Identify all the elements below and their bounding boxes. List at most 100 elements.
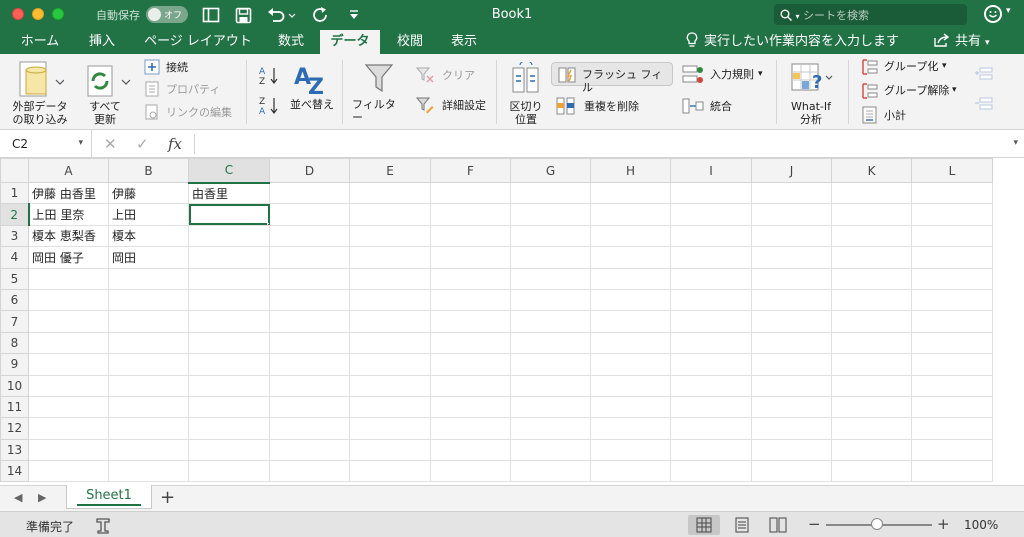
- cell-B8[interactable]: [108, 331, 189, 355]
- cell-L14[interactable]: [911, 460, 993, 483]
- cell-B9[interactable]: [108, 353, 189, 376]
- cell-E5[interactable]: [349, 267, 431, 290]
- cell-B12[interactable]: [108, 417, 189, 440]
- cell-C5[interactable]: [188, 267, 270, 290]
- cell-F10[interactable]: [430, 374, 511, 397]
- cell-K13[interactable]: [831, 438, 912, 462]
- consolidate-button[interactable]: 統合: [682, 97, 752, 115]
- cell-C13[interactable]: [188, 438, 270, 462]
- cell-F6[interactable]: [430, 288, 511, 312]
- cell-K11[interactable]: [831, 395, 912, 419]
- cell-A10[interactable]: [28, 374, 109, 397]
- cell-A1[interactable]: 伊藤 由香里: [28, 181, 109, 205]
- sort-button[interactable]: AZ 並べ替え: [288, 60, 334, 122]
- cell-B11[interactable]: [108, 395, 189, 419]
- tab-review[interactable]: 校閲: [386, 30, 434, 54]
- cell-E13[interactable]: [349, 438, 431, 462]
- cell-C11[interactable]: [188, 395, 270, 419]
- get-external-data-button[interactable]: 外部データ の取り込み: [6, 58, 72, 126]
- show-detail-icon[interactable]: [974, 66, 994, 86]
- edit-links-button[interactable]: リンクの編集: [144, 104, 240, 122]
- cell-J7[interactable]: [751, 310, 832, 333]
- row-header[interactable]: 14: [0, 460, 29, 483]
- cell-K1[interactable]: [831, 181, 912, 205]
- cell-J6[interactable]: [751, 288, 832, 312]
- cell-D14[interactable]: [269, 460, 350, 483]
- cell-I6[interactable]: [670, 288, 752, 312]
- cell-I12[interactable]: [670, 417, 752, 440]
- cell-H12[interactable]: [590, 417, 671, 440]
- column-header[interactable]: L: [911, 158, 993, 183]
- macro-record-icon[interactable]: [94, 516, 112, 537]
- cell-I9[interactable]: [670, 353, 752, 376]
- cell-F5[interactable]: [430, 267, 511, 290]
- cell-F2[interactable]: [430, 203, 511, 226]
- row-header[interactable]: 12: [0, 417, 29, 440]
- cell-D1[interactable]: [269, 181, 350, 205]
- cell-D7[interactable]: [269, 310, 350, 333]
- cell-H2[interactable]: [590, 203, 671, 226]
- cell-E12[interactable]: [349, 417, 431, 440]
- tell-me-field[interactable]: 実行したい作業内容を入力します: [686, 30, 899, 54]
- row-header[interactable]: 6: [0, 288, 29, 312]
- cell-D3[interactable]: [269, 224, 350, 248]
- sheet-search-field[interactable]: ▾ シートを検索: [774, 4, 967, 25]
- cell-C9[interactable]: [188, 353, 270, 376]
- cell-G10[interactable]: [510, 374, 591, 397]
- row-header[interactable]: 2: [0, 203, 30, 226]
- cell-B5[interactable]: [108, 267, 189, 290]
- share-button[interactable]: 共有 ▾: [934, 30, 990, 54]
- cell-F14[interactable]: [430, 460, 511, 483]
- cell-D5[interactable]: [269, 267, 350, 290]
- cell-H14[interactable]: [590, 460, 671, 483]
- cell-K4[interactable]: [831, 246, 912, 269]
- cell-H3[interactable]: [590, 224, 671, 248]
- row-header[interactable]: 1: [0, 181, 29, 205]
- feedback-dropdown-icon[interactable]: ▾: [1006, 6, 1011, 16]
- cell-J12[interactable]: [751, 417, 832, 440]
- cell-L11[interactable]: [911, 395, 993, 419]
- cell-E14[interactable]: [349, 460, 431, 483]
- cell-B2[interactable]: 上田: [108, 203, 189, 226]
- remove-duplicates-button[interactable]: 重複を削除: [556, 97, 666, 115]
- row-header[interactable]: 13: [0, 438, 29, 462]
- cell-J8[interactable]: [751, 331, 832, 355]
- cell-A5[interactable]: [28, 267, 109, 290]
- cell-D9[interactable]: [269, 353, 350, 376]
- cell-H8[interactable]: [590, 331, 671, 355]
- cell-I14[interactable]: [670, 460, 752, 483]
- cell-E10[interactable]: [349, 374, 431, 397]
- tab-view[interactable]: 表示: [440, 30, 488, 54]
- cell-G5[interactable]: [510, 267, 591, 290]
- cell-L10[interactable]: [911, 374, 993, 397]
- row-header[interactable]: 4: [0, 246, 29, 269]
- cell-A3[interactable]: 榎本 恵梨香: [28, 224, 109, 248]
- cell-B4[interactable]: 岡田: [108, 246, 189, 269]
- row-header[interactable]: 5: [0, 267, 29, 290]
- cell-H9[interactable]: [590, 353, 671, 376]
- cell-A14[interactable]: [28, 460, 109, 483]
- cell-J10[interactable]: [751, 374, 832, 397]
- column-header[interactable]: E: [349, 158, 431, 183]
- enter-formula-icon[interactable]: ✓: [136, 135, 149, 153]
- cell-L4[interactable]: [911, 246, 993, 269]
- cell-D8[interactable]: [269, 331, 350, 355]
- cell-I1[interactable]: [670, 181, 752, 205]
- cell-L12[interactable]: [911, 417, 993, 440]
- cell-F9[interactable]: [430, 353, 511, 376]
- cell-E9[interactable]: [349, 353, 431, 376]
- ungroup-button[interactable]: グループ解除 ▾: [860, 82, 964, 100]
- cell-E8[interactable]: [349, 331, 431, 355]
- cell-J1[interactable]: [751, 181, 832, 205]
- cell-L3[interactable]: [911, 224, 993, 248]
- cell-J14[interactable]: [751, 460, 832, 483]
- cell-A11[interactable]: [28, 395, 109, 419]
- add-sheet-icon[interactable]: +: [160, 487, 175, 508]
- cell-D4[interactable]: [269, 246, 350, 269]
- cell-I13[interactable]: [670, 438, 752, 462]
- cell-D12[interactable]: [269, 417, 350, 440]
- tab-page-layout[interactable]: ページ レイアウト: [136, 30, 260, 54]
- what-if-analysis-button[interactable]: ? What-If 分析: [784, 60, 838, 126]
- column-header[interactable]: G: [510, 158, 591, 183]
- column-header[interactable]: K: [831, 158, 912, 183]
